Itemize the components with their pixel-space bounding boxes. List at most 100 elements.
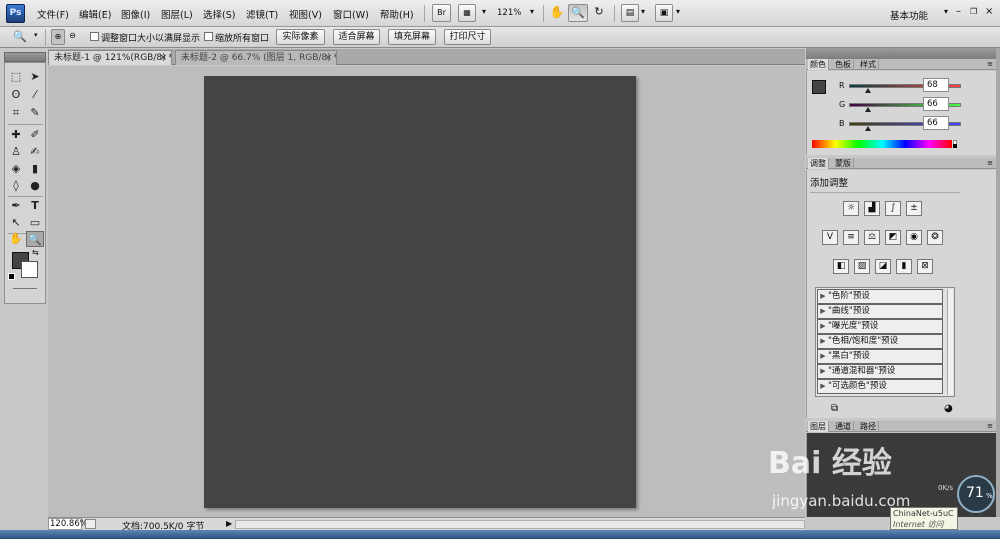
green-value-input[interactable]: 66 [923, 97, 949, 111]
path-selection-tool-icon[interactable]: ↖ [7, 215, 25, 231]
red-slider-thumb[interactable] [865, 88, 871, 93]
fill-screen-button[interactable]: 填充屏幕 [388, 29, 436, 45]
lasso-tool-icon[interactable]: ʘ [7, 87, 25, 103]
shape-tool-icon[interactable]: ▭ [26, 215, 44, 231]
panel-menu-icon[interactable]: ≡ [987, 60, 993, 68]
preset-black-white[interactable]: ▶ "黑白"预设 [817, 349, 943, 364]
menu-help[interactable]: 帮助(H) [380, 7, 414, 21]
zoom-level-dropdown[interactable]: 121% [497, 8, 521, 18]
panel-dock-header[interactable] [806, 48, 996, 59]
document-canvas[interactable] [204, 76, 636, 508]
gradient-tool-icon[interactable]: ▮ [26, 161, 44, 177]
tab-swatches[interactable]: 色板 [833, 59, 854, 70]
tab-paths[interactable]: 路径 [858, 421, 879, 432]
arrange-documents-icon[interactable]: ▤ [621, 4, 639, 22]
tab-color[interactable]: 颜色 [808, 59, 829, 70]
color-balance-icon[interactable]: ⚖ [864, 230, 880, 245]
menu-window[interactable]: 窗口(W) [333, 7, 369, 21]
resize-windows-checkbox[interactable] [90, 32, 99, 41]
workspace-switcher[interactable]: 基本功能 [890, 8, 928, 22]
tab-adjustments[interactable]: 调整 [808, 158, 829, 169]
move-tool-icon[interactable]: ➤ [26, 69, 44, 85]
minimize-icon[interactable]: – [956, 6, 961, 17]
mini-bridge-icon[interactable]: ▦ [458, 4, 476, 22]
tab-document-2[interactable]: 未标题-2 @ 66.7% (图层 1, RGB/8) * × [175, 50, 337, 65]
invert-icon[interactable]: ◧ [833, 259, 849, 274]
brightness-contrast-icon[interactable]: ☼ [843, 201, 859, 216]
zoom-tool-icon[interactable]: 🔍 [26, 231, 44, 247]
tab-document-1[interactable]: 未标题-1 @ 121%(RGB/8) * × [48, 50, 172, 65]
panel-dock-scrollbar[interactable] [996, 48, 1000, 517]
arrange-dropdown-icon[interactable]: ▾ [641, 7, 645, 16]
color-spectrum-ramp[interactable] [812, 140, 952, 148]
gradient-map-icon[interactable]: ▮ [896, 259, 912, 274]
tab-masks[interactable]: 蒙版 [833, 158, 854, 169]
preset-hue-saturation[interactable]: ▶ "色相/饱和度"预设 [817, 334, 943, 349]
magic-wand-tool-icon[interactable]: ⁄ [26, 87, 44, 103]
zoom-in-icon[interactable]: ⊕ [51, 29, 65, 45]
restore-icon[interactable]: ❐ [970, 7, 977, 16]
preset-exposure[interactable]: ▶ "曝光度"预设 [817, 319, 943, 334]
close-icon[interactable]: × [159, 51, 167, 65]
threshold-icon[interactable]: ◪ [875, 259, 891, 274]
status-menu-icon[interactable]: ▶ [226, 519, 232, 528]
print-size-button[interactable]: 打印尺寸 [444, 29, 491, 45]
zoom-tool-icon[interactable]: 🔍 [568, 4, 588, 22]
dodge-tool-icon[interactable]: ● [26, 178, 44, 194]
hue-saturation-icon[interactable]: ≡ [843, 230, 859, 245]
horizontal-scrollbar[interactable] [235, 520, 805, 529]
posterize-icon[interactable]: ▨ [854, 259, 870, 274]
red-value-input[interactable]: 68 [923, 78, 949, 92]
levels-icon[interactable]: ▟ [864, 201, 880, 216]
zoom-input[interactable]: 120.86% [48, 518, 88, 530]
exposure-icon[interactable]: ± [906, 201, 922, 216]
network-speed-badge[interactable]: 71 % [957, 475, 995, 513]
blue-slider-thumb[interactable] [865, 126, 871, 131]
workspace-dropdown-icon[interactable]: ▾ [944, 7, 948, 16]
quick-mask-icon[interactable] [13, 288, 37, 289]
eraser-tool-icon[interactable]: ◈ [7, 161, 25, 177]
tab-styles[interactable]: 样式 [858, 59, 879, 70]
green-slider-thumb[interactable] [865, 107, 871, 112]
history-brush-tool-icon[interactable]: ✍ [26, 144, 44, 160]
photo-filter-icon[interactable]: ◉ [906, 230, 922, 245]
menu-edit[interactable]: 编辑(E) [79, 7, 111, 21]
clone-stamp-tool-icon[interactable]: ♙ [7, 144, 25, 160]
preset-dropdown-icon[interactable]: ▾ [34, 31, 38, 39]
blue-value-input[interactable]: 66 [923, 116, 949, 130]
swap-colors-icon[interactable]: ⇆ [32, 248, 39, 257]
menu-image[interactable]: 图像(I) [121, 7, 150, 21]
actual-pixels-button[interactable]: 实际像素 [276, 29, 325, 45]
menu-view[interactable]: 视图(V) [289, 7, 322, 21]
screen-mode-icon[interactable]: ▣ [655, 4, 673, 22]
black-white-icon[interactable]: ◩ [885, 230, 901, 245]
zoom-out-icon[interactable]: ⊖ [66, 29, 79, 45]
screen-mode-dropdown-icon[interactable]: ▾ [676, 7, 680, 16]
spectrum-black-swatch[interactable] [953, 144, 957, 148]
toolbox-grip[interactable] [4, 52, 46, 62]
zoom-tool-preset-icon[interactable]: 🔍 [13, 30, 27, 43]
marquee-tool-icon[interactable]: ⬚ [7, 69, 25, 85]
eyedropper-tool-icon[interactable]: ✎ [26, 105, 44, 121]
zoom-all-windows-checkbox[interactable] [204, 32, 213, 41]
menu-select[interactable]: 选择(S) [203, 7, 235, 21]
preset-curves[interactable]: ▶ "曲线"预设 [817, 304, 943, 319]
hand-tool-icon[interactable]: ✋ [7, 231, 25, 247]
channel-mixer-icon[interactable]: ❂ [927, 230, 943, 245]
blur-tool-icon[interactable]: ◊ [7, 178, 25, 194]
menu-filter[interactable]: 滤镜(T) [246, 7, 278, 21]
panel-menu-icon[interactable]: ≡ [987, 159, 993, 167]
presets-scrollbar[interactable] [947, 289, 953, 395]
color-foreground-swatch[interactable] [812, 80, 826, 94]
status-info-icon[interactable] [85, 519, 96, 529]
clip-to-layer-icon[interactable]: ⧉ [831, 403, 838, 414]
brush-tool-icon[interactable]: ✐ [26, 127, 44, 143]
preset-channel-mixer[interactable]: ▶ "通道混和器"预设 [817, 364, 943, 379]
rotate-view-icon[interactable]: ↻ [590, 4, 608, 22]
bridge-button[interactable]: Br [432, 4, 451, 22]
vibrance-icon[interactable]: V [822, 230, 838, 245]
curves-icon[interactable]: ∫ [885, 201, 901, 216]
menu-layer[interactable]: 图层(L) [161, 7, 193, 21]
preset-levels[interactable]: ▶ "色阶"预设 [817, 289, 943, 304]
hand-tool-icon[interactable]: ✋ [548, 4, 566, 22]
